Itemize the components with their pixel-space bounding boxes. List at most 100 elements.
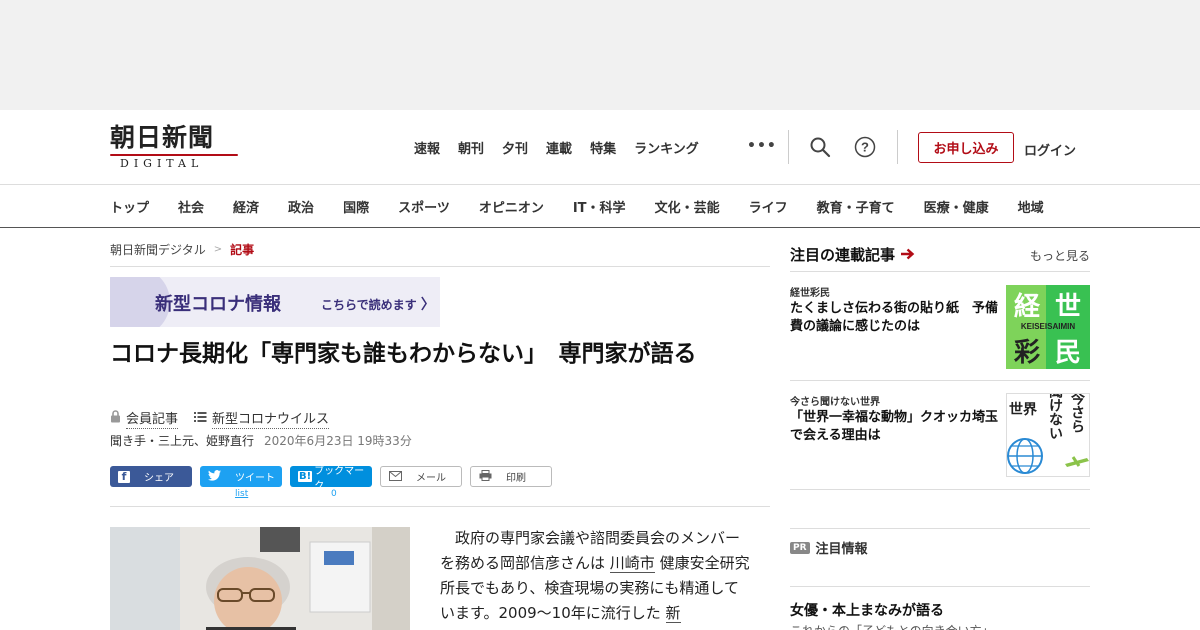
hatena-bookmark-label: ブックマーク xyxy=(314,465,365,492)
hatena-bookmark-icon: B! xyxy=(298,471,313,482)
divider xyxy=(790,528,1090,529)
category-education[interactable]: 教育・子育て xyxy=(817,197,895,216)
category-culture[interactable]: 文化・芸能 xyxy=(655,197,720,216)
series-thumbnail-keiseisaimin[interactable]: 経 世 KEISEISAIMIN 彩 民 xyxy=(1006,285,1090,369)
breadcrumb-separator: > xyxy=(213,244,223,255)
facebook-share-button[interactable]: f シェア xyxy=(110,466,192,487)
category-sports[interactable]: スポーツ xyxy=(398,197,450,216)
category-life[interactable]: ライフ xyxy=(749,197,788,216)
logo-sub-text: DIGITAL xyxy=(120,157,204,170)
thumb-char-sai: 彩 xyxy=(1013,338,1040,368)
divider xyxy=(790,271,1090,272)
site-logo[interactable]: 朝日新聞 DIGITAL xyxy=(110,124,242,170)
divider xyxy=(110,266,770,267)
article-main: 朝日新聞デジタル > 記事 新型コロナ情報 こちらで読めます 〉 コロナ長期化「… xyxy=(110,228,770,630)
see-more-link[interactable]: もっと見る xyxy=(1030,247,1090,264)
series-article-title[interactable]: たくましさ伝わる街の貼り紙 予備費の議論に感じたのは xyxy=(790,300,1002,336)
divider xyxy=(790,489,1090,490)
banner-cta-text: こちらで読めます xyxy=(321,298,417,312)
hatena-bookmark-button[interactable]: B! ブックマーク xyxy=(290,466,372,492)
subscribe-button[interactable]: お申し込み xyxy=(918,132,1014,163)
article-date: 2020年6月23日 19時33分 xyxy=(264,434,412,448)
facebook-share-label: シェア xyxy=(144,473,174,484)
svg-text:?: ? xyxy=(861,140,869,155)
topnav-item-tokushu[interactable]: 特集 xyxy=(590,138,616,157)
printer-icon xyxy=(479,469,492,484)
chevron-right-icon: 〉 xyxy=(420,297,435,313)
thumb-sub-text: KEISEISAIMIN xyxy=(1021,322,1075,331)
article-byline-row: 聞き手・三上元、姫野直行 2020年6月23日 19時33分 xyxy=(110,432,412,449)
print-button[interactable]: 印刷 xyxy=(470,466,552,487)
help-icon[interactable]: ? xyxy=(854,136,876,158)
mail-share-label: メール xyxy=(416,473,446,484)
member-article-label[interactable]: 会員記事 xyxy=(126,408,179,429)
topnav-item-ranking[interactable]: ランキング xyxy=(634,138,699,157)
header-divider xyxy=(788,130,789,164)
category-it-science[interactable]: IT・科学 xyxy=(573,197,626,216)
twitter-tweet-button[interactable]: ツイート xyxy=(200,466,282,487)
thumb-char-min: 民 xyxy=(1055,338,1081,368)
divider xyxy=(790,380,1090,381)
topic-link[interactable]: 新型コロナウイルス xyxy=(212,408,330,429)
article-photo xyxy=(110,527,410,630)
article-meta: 会員記事 新型コロナウイルス xyxy=(110,408,330,429)
twitter-bird-icon xyxy=(208,469,221,484)
article-body: 政府の専門家会議や諮問委員会のメンバーを務める岡部信彦さんは 川崎市 健康安全研… xyxy=(440,526,750,626)
divider xyxy=(790,586,1090,587)
series-label[interactable]: 経世彩民 xyxy=(790,284,830,299)
breadcrumb-current: 記事 xyxy=(230,243,255,257)
lock-icon xyxy=(110,410,121,427)
bookmark-count: 0 xyxy=(331,489,337,499)
facebook-icon: f xyxy=(118,470,130,483)
category-opinion[interactable]: オピニオン xyxy=(479,197,544,216)
topnav-item-sokuho[interactable]: 速報 xyxy=(414,138,440,157)
header-divider-2 xyxy=(897,130,898,164)
category-health[interactable]: 医療・健康 xyxy=(924,197,989,216)
search-icon[interactable] xyxy=(809,136,831,158)
series-label[interactable]: 今さら聞けない世界 xyxy=(790,393,880,408)
tweet-count[interactable]: list xyxy=(235,489,248,499)
breadcrumb: 朝日新聞デジタル > 記事 xyxy=(110,241,254,258)
category-region[interactable]: 地域 xyxy=(1018,197,1044,216)
print-label: 印刷 xyxy=(506,473,526,484)
banner-title: 新型コロナ情報 xyxy=(155,294,281,315)
arrow-right-icon xyxy=(900,246,915,264)
breadcrumb-home[interactable]: 朝日新聞デジタル xyxy=(110,241,206,258)
thumb-char-sei: 世 xyxy=(1055,292,1081,322)
category-politics[interactable]: 政治 xyxy=(288,197,314,216)
login-link[interactable]: ログイン xyxy=(1024,140,1076,159)
site-header: 朝日新聞 DIGITAL 速報 朝刊 夕刊 連載 特集 ランキング ••• ? … xyxy=(0,110,1200,185)
topnav-item-rensai[interactable]: 連載 xyxy=(546,138,572,157)
pr-article-subtitle[interactable]: これからの「子どもとの向き合い方」 xyxy=(790,622,994,630)
ad-banner-area xyxy=(0,0,1200,110)
category-nav: トップ 社会 経済 政治 国際 スポーツ オピニオン IT・科学 文化・芸能 ラ… xyxy=(0,184,1200,228)
sidebar: 注目の連載記事 もっと見る 経世彩民 たくましさ伝わる街の貼り紙 予備費の議論に… xyxy=(790,228,1090,630)
category-economy[interactable]: 経済 xyxy=(233,197,259,216)
kawasaki-city-link[interactable]: 川崎市 xyxy=(609,554,655,573)
series-thumbnail-imasara[interactable]: 今さら 聞けない 世界 xyxy=(1006,393,1090,477)
article-byline: 聞き手・三上元、姫野直行 xyxy=(110,434,255,448)
top-nav: 速報 朝刊 夕刊 連載 特集 ランキング xyxy=(414,138,717,157)
thumb-text-sekai: 世界 xyxy=(1009,401,1038,418)
pr-section-heading: PR 注目情報 xyxy=(790,538,868,557)
article-title: コロナ長期化「専門家も誰もわからない」 専門家が語る xyxy=(110,341,697,367)
topnav-item-yukan[interactable]: 夕刊 xyxy=(502,138,528,157)
featured-series-heading[interactable]: 注目の連載記事 xyxy=(790,244,915,265)
thumb-text-imasara: 今さら xyxy=(1069,394,1086,433)
divider xyxy=(110,506,770,507)
list-icon xyxy=(194,411,207,426)
corona-info-banner[interactable]: 新型コロナ情報 こちらで読めます 〉 xyxy=(110,277,440,327)
category-top[interactable]: トップ xyxy=(110,197,149,216)
pr-heading-text: 注目情報 xyxy=(815,542,868,557)
topnav-item-choukan[interactable]: 朝刊 xyxy=(458,138,484,157)
thumb-text-kikenai: 聞けない xyxy=(1047,394,1063,440)
mail-share-button[interactable]: メール xyxy=(380,466,462,487)
more-menu-button[interactable]: ••• xyxy=(747,138,777,154)
banner-cta: こちらで読めます 〉 xyxy=(321,294,435,314)
series-article-title[interactable]: 「世界一幸福な動物」クオッカ埼玉で会える理由は xyxy=(790,409,1002,445)
article-body-link[interactable]: 新 xyxy=(665,604,681,623)
logo-underline xyxy=(110,154,238,156)
category-society[interactable]: 社会 xyxy=(178,197,204,216)
pr-article-title[interactable]: 女優・本上まなみが語る xyxy=(790,600,944,620)
category-international[interactable]: 国際 xyxy=(343,197,369,216)
